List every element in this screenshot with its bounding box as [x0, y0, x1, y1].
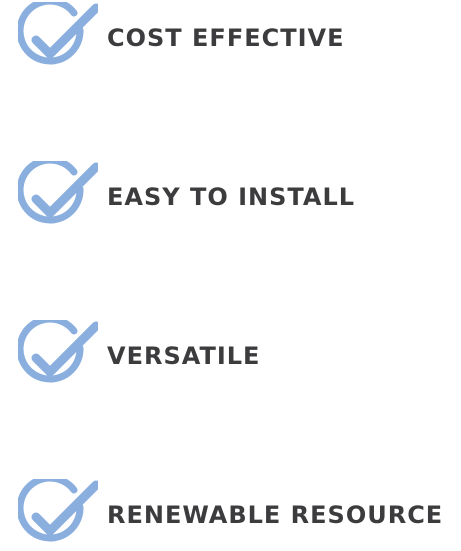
- feature-item-easy-to-install: EASY TO INSTALL: [18, 161, 355, 233]
- feature-label: COST EFFECTIVE: [107, 24, 345, 52]
- checkmark-circle-icon: [18, 161, 98, 233]
- feature-item-versatile: VERSATILE: [18, 320, 260, 392]
- checkmark-circle-icon: [18, 479, 98, 551]
- checkmark-circle-icon: [18, 320, 98, 392]
- feature-item-renewable-resource: RENEWABLE RESOURCE: [18, 479, 443, 551]
- checkmark-circle-icon: [18, 2, 98, 74]
- feature-label: VERSATILE: [107, 342, 261, 370]
- feature-item-cost-effective: COST EFFECTIVE: [18, 2, 345, 74]
- feature-label: EASY TO INSTALL: [107, 183, 356, 211]
- feature-label: RENEWABLE RESOURCE: [107, 501, 444, 529]
